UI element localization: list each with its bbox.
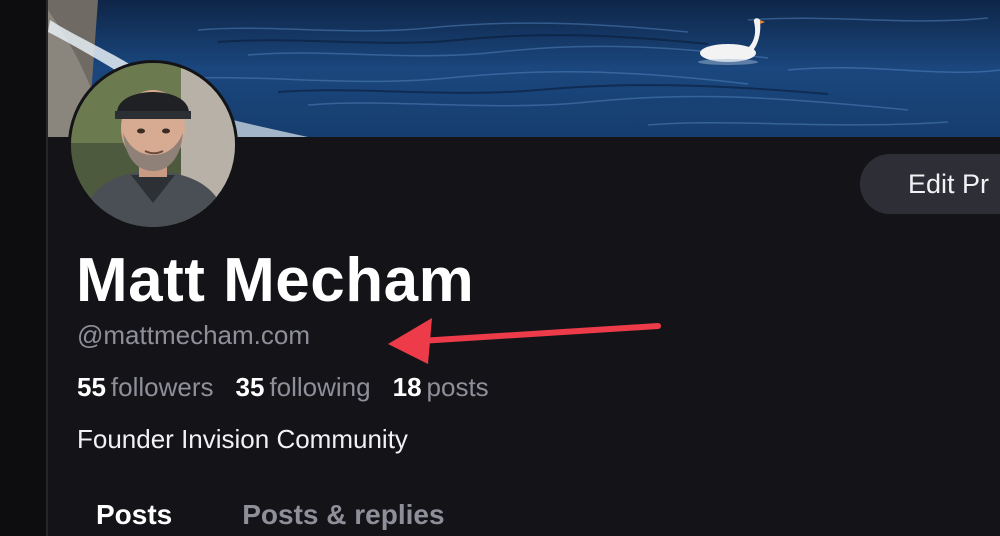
edit-profile-button[interactable]: Edit Pr <box>860 154 1000 214</box>
tab-posts-and-replies[interactable]: Posts & replies <box>242 497 444 533</box>
avatar[interactable] <box>68 60 238 230</box>
posts-stat: 18 posts <box>393 370 489 404</box>
followers-stat[interactable]: 55 followers <box>77 370 214 404</box>
red-arrow-icon <box>388 318 661 364</box>
following-count: 35 <box>235 372 265 402</box>
left-rail <box>0 0 46 536</box>
followers-label: followers <box>110 372 214 402</box>
edit-profile-button-label: Edit Pr <box>908 169 990 199</box>
display-name: Matt Mecham <box>76 246 475 315</box>
posts-count: 18 <box>392 372 422 402</box>
profile-stats: 55 followers 35 following 18 posts <box>77 370 489 404</box>
avatar-photo <box>71 63 235 227</box>
profile-handle[interactable]: @mattmecham.com <box>77 318 310 352</box>
posts-label: posts <box>426 372 489 402</box>
following-stat[interactable]: 35 following <box>236 370 371 404</box>
profile-bio: Founder Invision Community <box>77 424 408 454</box>
tab-posts[interactable]: Posts <box>96 497 172 533</box>
following-label: following <box>269 372 371 402</box>
profile-tabs: Posts Posts & replies <box>96 497 445 533</box>
followers-count: 55 <box>77 372 106 402</box>
